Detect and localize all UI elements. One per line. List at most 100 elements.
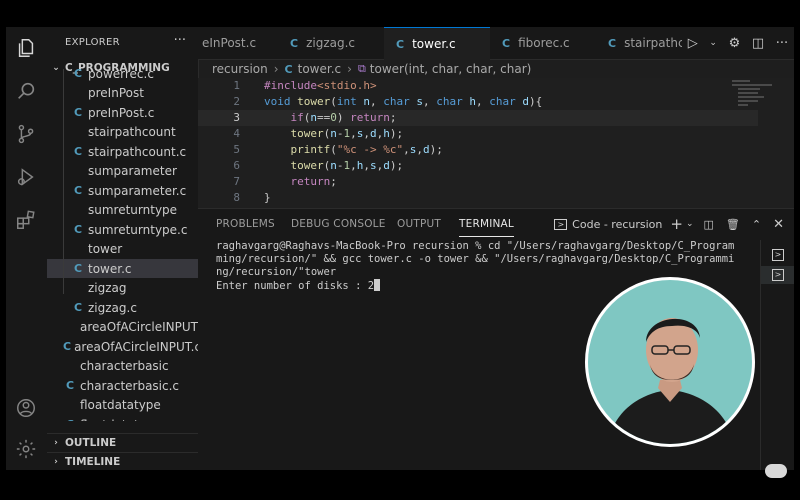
- file-item[interactable]: Cstairpathcount.c: [47, 142, 198, 161]
- terminal-instance[interactable]: >: [761, 246, 794, 264]
- terminal-icon: >: [772, 269, 784, 281]
- file-name: zigzag: [88, 281, 127, 295]
- chevron-down-icon[interactable]: ⌄: [686, 219, 694, 229]
- tab-terminal[interactable]: TERMINAL: [459, 218, 514, 237]
- breadcrumb-folder[interactable]: recursion: [212, 62, 268, 76]
- file-item[interactable]: sumparameter: [47, 162, 198, 181]
- tab-tower[interactable]: C tower.c: [384, 27, 491, 60]
- chevron-down-icon[interactable]: ⌄: [709, 38, 717, 48]
- file-item[interactable]: Czigzag.c: [47, 298, 198, 317]
- file-item[interactable]: areaOfACircleINPUT: [47, 318, 198, 337]
- chevron-right-icon: ›: [54, 438, 58, 448]
- c-file-icon: C: [73, 184, 83, 197]
- extensions-icon[interactable]: [14, 208, 38, 232]
- c-file-icon: C: [73, 106, 83, 119]
- more-actions-icon[interactable]: ···: [174, 33, 186, 48]
- explorer-sidebar: EXPLORER ··· ⌄ C_PROGRAMMING Cpowerrec.c…: [47, 27, 199, 470]
- code-line: 7 return;: [233, 175, 337, 188]
- file-name: sumreturntype: [88, 203, 178, 217]
- add-terminal-icon[interactable]: +: [670, 215, 683, 233]
- file-item[interactable]: CpreInPost.c: [47, 103, 198, 122]
- maximize-panel-icon[interactable]: ⌃: [752, 218, 761, 231]
- settings-gear-icon[interactable]: [14, 437, 38, 461]
- timeline-section[interactable]: › TIMELINE: [47, 452, 198, 470]
- tab-zigzag[interactable]: C zigzag.c: [278, 27, 385, 59]
- run-icon[interactable]: ▷: [688, 36, 698, 51]
- code-line: 8}: [233, 191, 271, 204]
- more-actions-icon[interactable]: ···: [776, 36, 788, 51]
- settings-gear-icon[interactable]: ⚙: [729, 36, 741, 51]
- file-name: sumparameter.c: [88, 183, 187, 198]
- breadcrumb-file[interactable]: tower.c: [298, 62, 342, 76]
- file-item[interactable]: CareaOfACircleINPUT.c: [47, 337, 198, 356]
- file-item[interactable]: zigzag: [47, 279, 198, 298]
- c-file-icon: C: [73, 69, 83, 80]
- trash-icon[interactable]: 🗑: [726, 218, 740, 231]
- minimap[interactable]: [732, 78, 782, 118]
- function-symbol-icon: ⧉: [357, 62, 366, 75]
- file-name: areaOfACircleINPUT: [80, 320, 198, 334]
- c-file-icon: C: [284, 62, 293, 76]
- c-file-icon: C: [73, 223, 83, 236]
- file-name: characterbasic: [80, 359, 169, 373]
- tab-stairpathcount[interactable]: C stairpathco: [596, 27, 683, 59]
- c-file-icon: C: [63, 418, 77, 421]
- panel-actions: > Code - recursion + ⌄ ◫ 🗑 ⌃ ✕: [554, 209, 794, 239]
- search-icon[interactable]: [14, 79, 38, 103]
- file-item[interactable]: tower: [47, 240, 198, 259]
- source-control-icon[interactable]: [14, 122, 38, 146]
- file-item[interactable]: stairpathcount: [47, 123, 198, 142]
- split-terminal-icon[interactable]: ◫: [704, 218, 714, 231]
- chevron-right-icon: ›: [347, 62, 352, 76]
- c-file-icon: C: [502, 36, 511, 50]
- file-name: sumreturntype.c: [88, 222, 188, 237]
- run-debug-icon[interactable]: [14, 165, 38, 189]
- terminal-cursor: [374, 279, 381, 291]
- c-file-icon: C: [65, 379, 75, 392]
- file-name: areaOfACircleINPUT.c: [74, 339, 198, 354]
- close-icon[interactable]: ✕: [773, 217, 784, 232]
- file-name: characterbasic.c: [80, 378, 180, 393]
- file-item[interactable]: characterbasic: [47, 357, 198, 376]
- tab-preinpost[interactable]: eInPost.c: [198, 27, 279, 59]
- file-name: powerrec.c: [88, 69, 154, 81]
- terminal-icon: >: [554, 218, 568, 230]
- file-item[interactable]: Ctower.c: [47, 259, 198, 278]
- code-line-current: 3 if(n==0) return;: [198, 110, 758, 126]
- split-editor-icon[interactable]: ◫: [752, 36, 764, 51]
- tab-problems[interactable]: PROBLEMS: [216, 218, 275, 230]
- file-name: floatdatatype.c: [80, 418, 171, 422]
- breadcrumb: recursion › C tower.c › ⧉ tower(int, cha…: [198, 60, 794, 78]
- code-line: 4 tower(n-1,s,d,h);: [233, 127, 404, 140]
- file-item[interactable]: preInPost: [47, 84, 198, 103]
- terminal-instance[interactable]: >: [761, 266, 794, 284]
- file-name: tower: [88, 242, 123, 256]
- breadcrumb-symbol[interactable]: tower(int, char, char, char): [370, 62, 532, 76]
- file-item[interactable]: Csumreturntype.c: [47, 220, 198, 239]
- code-line: 6 tower(n-1,h,s,d);: [233, 159, 404, 172]
- tab-output[interactable]: OUTPUT: [397, 218, 441, 230]
- outline-section[interactable]: › OUTLINE: [47, 433, 198, 452]
- c-file-icon: C: [73, 145, 83, 158]
- c-file-icon: C: [63, 340, 72, 353]
- terminal-name[interactable]: Code - recursion: [572, 218, 662, 231]
- code-line: 2 void tower(int n, char s, char h, char …: [233, 95, 543, 108]
- file-name: zigzag.c: [88, 300, 137, 315]
- file-name: stairpathcount.c: [88, 144, 187, 159]
- file-name: floatdatatype: [80, 398, 161, 412]
- tab-debug-console[interactable]: DEBUG CONSOLE: [291, 218, 386, 230]
- file-item[interactable]: floatdatatype: [47, 396, 198, 415]
- file-item[interactable]: Ccharacterbasic.c: [47, 376, 198, 395]
- file-item[interactable]: Csumparameter.c: [47, 181, 198, 200]
- account-icon[interactable]: [14, 396, 38, 420]
- file-item[interactable]: Cfloatdatatype.c: [47, 415, 198, 422]
- tab-fiborec[interactable]: C fiborec.c: [490, 27, 597, 59]
- file-name: preInPost: [88, 86, 144, 100]
- explorer-icon[interactable]: [14, 36, 38, 60]
- code-editor[interactable]: 1 #include<stdio.h> 2 void tower(int n, ch…: [198, 78, 794, 208]
- file-name: stairpathcount: [88, 125, 176, 139]
- file-item[interactable]: Cpowerrec.c: [47, 69, 198, 83]
- file-item[interactable]: sumreturntype: [47, 201, 198, 220]
- editor-tabs: eInPost.c C zigzag.c C tower.c C fiborec…: [198, 27, 794, 60]
- code-line: 5 printf("%c -> %c",s,d);: [233, 143, 443, 156]
